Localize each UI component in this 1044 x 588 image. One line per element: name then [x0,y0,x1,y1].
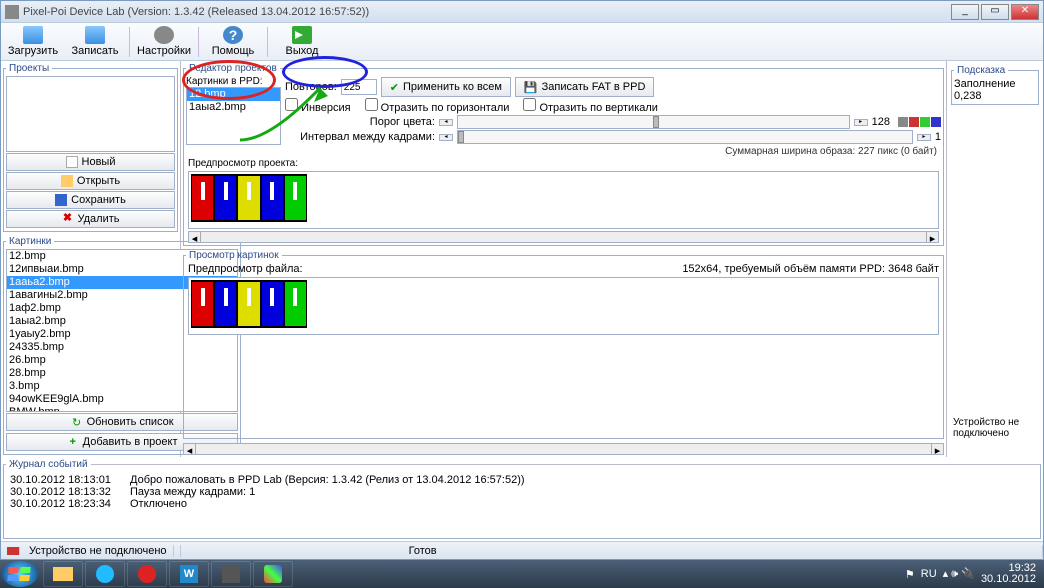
preview-file-label: Предпросмотр файла: [188,263,303,275]
save-project-button[interactable]: Сохранить [6,191,175,209]
new-project-button[interactable]: Новый [6,153,175,171]
flip-v-checkbox[interactable] [523,98,536,111]
flip-h-checkbox[interactable] [365,98,378,111]
task-paint[interactable] [253,561,293,587]
threshold-spin-right[interactable]: ▸ [854,119,868,126]
write-fat-button[interactable]: 💾Записать FAT в PPD [515,77,655,97]
log-list[interactable]: 30.10.2012 18:13:01Добро пожаловать в PP… [6,472,1038,512]
repeats-input[interactable] [341,79,377,95]
settings-button[interactable]: Настройки [136,26,192,57]
status-ready: Готов [403,545,1043,557]
save-button[interactable]: Записать [67,26,123,57]
left-column: Проекты Новый Открыть Сохранить ✖Удалить… [1,61,181,457]
list-item[interactable]: 1аыа2.bmp [187,101,280,114]
summary-label: Суммарная ширина образа: 227 пикс (0 бай… [186,145,941,158]
minimize-button[interactable]: _ [951,4,979,20]
task-explorer[interactable] [43,561,83,587]
disk-icon: 💾 [524,81,538,94]
tray-icons[interactable]: ▴ 🕪 🔌 [943,567,975,581]
status-device: Устройство не подключено [1,545,181,557]
maximize-button[interactable]: ▭ [981,4,1009,20]
preview-project-area [188,171,939,229]
palette-swatches [898,117,941,127]
task-skype[interactable] [85,561,125,587]
interval-label: Интервал между кадрами: [285,131,435,143]
log-row: 30.10.2012 18:13:32Пауза между кадрами: … [10,486,1034,498]
projects-legend: Проекты [6,63,52,74]
h-scroll[interactable]: ◂▸ [188,231,939,243]
clock[interactable]: 19:3230.10.2012 [981,563,1036,585]
window-title: Pixel-Poi Device Lab (Version: 1.3.42 (R… [23,6,951,18]
log-panel: Журнал событий 30.10.2012 18:13:01Добро … [3,459,1041,539]
center-column: Редактор проектов Картинки в PPD: 12.bmp… [181,61,947,457]
lang-indicator[interactable]: RU [921,568,937,580]
viewer-legend: Просмотр картинок [186,250,282,261]
list-item[interactable]: 12.bmp [187,88,280,101]
delete-project-button[interactable]: ✖Удалить [6,210,175,228]
open-project-button[interactable]: Открыть [6,172,175,190]
help-button[interactable]: ?Помощь [205,26,261,57]
flag-icon[interactable]: ⚑ [905,568,915,581]
check-icon: ✔ [390,81,399,94]
interval-slider[interactable] [457,130,913,144]
threshold-spin-left[interactable]: ◂ [439,119,453,126]
folder-icon [61,175,73,187]
file-icon [66,156,78,168]
projects-list[interactable] [6,76,175,152]
preview-project-label: Предпросмотр проекта: [186,158,941,169]
editor-panel: Редактор проектов Картинки в PPD: 12.bmp… [183,63,944,246]
log-legend: Журнал событий [6,459,91,470]
title-bar: Pixel-Poi Device Lab (Version: 1.3.42 (R… [1,1,1043,23]
preview-file-area [188,277,939,335]
h-scroll-viewer[interactable]: ◂▸ [183,443,944,455]
status-bar: Устройство не подключено Готов [1,541,1043,559]
threshold-value: 128 [872,116,890,128]
device-status-label: Устройство не подключено [953,417,1037,439]
disk-icon [55,194,67,206]
file-info-label: 152x64, требуемый объём памяти PPD: 3648… [682,263,939,275]
system-tray[interactable]: ⚑ RU ▴ 🕪 🔌 19:3230.10.2012 [905,563,1042,585]
interval-spin-left[interactable]: ◂ [439,134,453,141]
ppd-list-label: Картинки в PPD: [186,76,281,87]
viewer-panel: Просмотр картинок Предпросмотр файла: 15… [183,250,944,439]
start-button[interactable] [2,561,38,587]
apply-all-button[interactable]: ✔Применить ко всем [381,77,511,97]
interval-spin-right[interactable]: ▸ [917,134,931,141]
task-opera[interactable] [127,561,167,587]
threshold-label: Порог цвета: [285,116,435,128]
refresh-icon: ↻ [71,416,83,428]
editor-legend: Редактор проектов [186,63,280,74]
interval-value: 1 [935,131,941,143]
fill-label: Заполнение 0,238 [954,78,1036,102]
delete-icon: ✖ [62,213,74,225]
plus-icon: + [67,436,79,448]
load-button[interactable]: Загрузить [5,26,61,57]
close-button[interactable]: ✕ [1011,4,1039,20]
ppd-list[interactable]: 12.bmp1аыа2.bmp [186,87,281,145]
right-column: Подсказка Заполнение 0,238 Устройство не… [947,61,1043,457]
images-legend: Картинки [6,236,54,247]
hint-panel: Подсказка Заполнение 0,238 [951,65,1039,105]
projects-panel: Проекты Новый Открыть Сохранить ✖Удалить [3,63,178,232]
log-row: 30.10.2012 18:13:01Добро пожаловать в PP… [10,474,1034,486]
threshold-slider[interactable] [457,115,850,129]
hint-legend: Подсказка [954,65,1008,76]
repeats-label: Повторов: [285,81,337,93]
main-toolbar: Загрузить Записать Настройки ?Помощь Вых… [1,23,1043,61]
task-word[interactable]: W [169,561,209,587]
log-row: 30.10.2012 18:23:34Отключено [10,498,1034,510]
inversion-checkbox[interactable] [285,98,298,111]
exit-button[interactable]: Выход [274,26,330,57]
taskbar[interactable]: W ⚑ RU ▴ 🕪 🔌 19:3230.10.2012 [0,560,1044,588]
task-app1[interactable] [211,561,251,587]
app-icon [5,5,19,19]
